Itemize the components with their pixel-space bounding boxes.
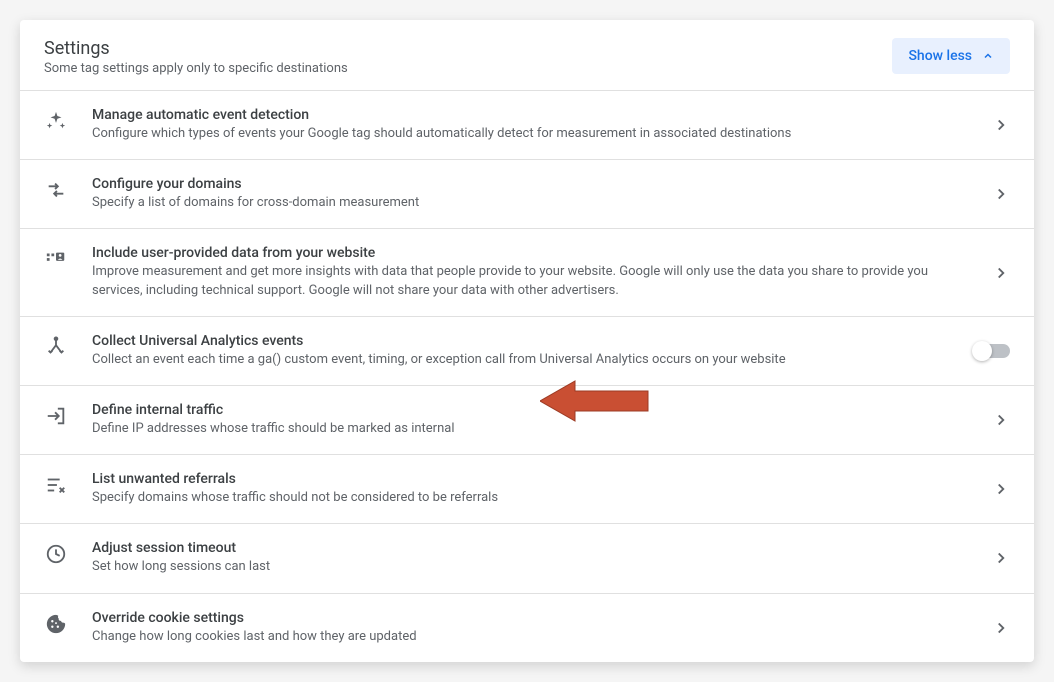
- row-title: Define internal traffic: [92, 402, 976, 418]
- settings-header: Settings Some tag settings apply only to…: [20, 20, 1034, 91]
- page-subtitle: Some tag settings apply only to specific…: [44, 61, 348, 76]
- row-desc: Configure which types of events your Goo…: [92, 125, 976, 143]
- header-text: Settings Some tag settings apply only to…: [44, 38, 348, 76]
- row-include-user-provided-data[interactable]: Include user-provided data from your web…: [20, 229, 1034, 316]
- chevron-right-icon: [992, 411, 1010, 429]
- toggle-switch[interactable]: [974, 344, 1010, 358]
- row-content: Include user-provided data from your web…: [92, 245, 976, 299]
- row-title: Manage automatic event detection: [92, 107, 976, 123]
- fork-icon: [44, 335, 68, 359]
- chevron-right-icon: [992, 264, 1010, 282]
- user-data-icon: [44, 247, 68, 271]
- chevron-up-icon: [982, 50, 994, 62]
- show-less-button[interactable]: Show less: [892, 38, 1010, 74]
- row-content: Define internal traffic Define IP addres…: [92, 402, 976, 438]
- row-desc: Collect an event each time a ga() custom…: [92, 351, 958, 369]
- row-desc: Set how long sessions can last: [92, 558, 976, 576]
- row-manage-automatic-event-detection[interactable]: Manage automatic event detection Configu…: [20, 91, 1034, 160]
- cookie-icon: [44, 612, 68, 636]
- row-override-cookie-settings[interactable]: Override cookie settings Change how long…: [20, 594, 1034, 662]
- row-content: Configure your domains Specify a list of…: [92, 176, 976, 212]
- row-content: Manage automatic event detection Configu…: [92, 107, 976, 143]
- chevron-right-icon: [992, 185, 1010, 203]
- row-title: Include user-provided data from your web…: [92, 245, 976, 261]
- row-desc: Change how long cookies last and how the…: [92, 628, 976, 646]
- row-title: Configure your domains: [92, 176, 976, 192]
- login-icon: [44, 404, 68, 428]
- filter-remove-icon: [44, 473, 68, 497]
- row-list-unwanted-referrals[interactable]: List unwanted referrals Specify domains …: [20, 455, 1034, 524]
- page-title: Settings: [44, 38, 348, 59]
- row-content: Collect Universal Analytics events Colle…: [92, 333, 958, 369]
- row-desc: Improve measurement and get more insight…: [92, 263, 976, 299]
- chevron-right-icon: [992, 480, 1010, 498]
- row-define-internal-traffic[interactable]: Define internal traffic Define IP addres…: [20, 386, 1034, 455]
- row-configure-your-domains[interactable]: Configure your domains Specify a list of…: [20, 160, 1034, 229]
- row-desc: Specify domains whose traffic should not…: [92, 489, 976, 507]
- chevron-right-icon: [992, 116, 1010, 134]
- row-title: List unwanted referrals: [92, 471, 976, 487]
- row-title: Override cookie settings: [92, 610, 976, 626]
- row-content: Override cookie settings Change how long…: [92, 610, 976, 646]
- row-title: Collect Universal Analytics events: [92, 333, 958, 349]
- row-desc: Specify a list of domains for cross-doma…: [92, 194, 976, 212]
- chevron-right-icon: [992, 619, 1010, 637]
- row-collect-universal-analytics-events[interactable]: Collect Universal Analytics events Colle…: [20, 317, 1034, 386]
- row-title: Adjust session timeout: [92, 540, 976, 556]
- row-desc: Define IP addresses whose traffic should…: [92, 420, 976, 438]
- settings-card: Settings Some tag settings apply only to…: [20, 20, 1034, 662]
- row-content: Adjust session timeout Set how long sess…: [92, 540, 976, 576]
- clock-icon: [44, 542, 68, 566]
- arrows-cross-icon: [44, 178, 68, 202]
- sparkle-icon: [44, 109, 68, 133]
- chevron-right-icon: [992, 549, 1010, 567]
- row-content: List unwanted referrals Specify domains …: [92, 471, 976, 507]
- show-less-label: Show less: [908, 48, 972, 64]
- row-adjust-session-timeout[interactable]: Adjust session timeout Set how long sess…: [20, 524, 1034, 593]
